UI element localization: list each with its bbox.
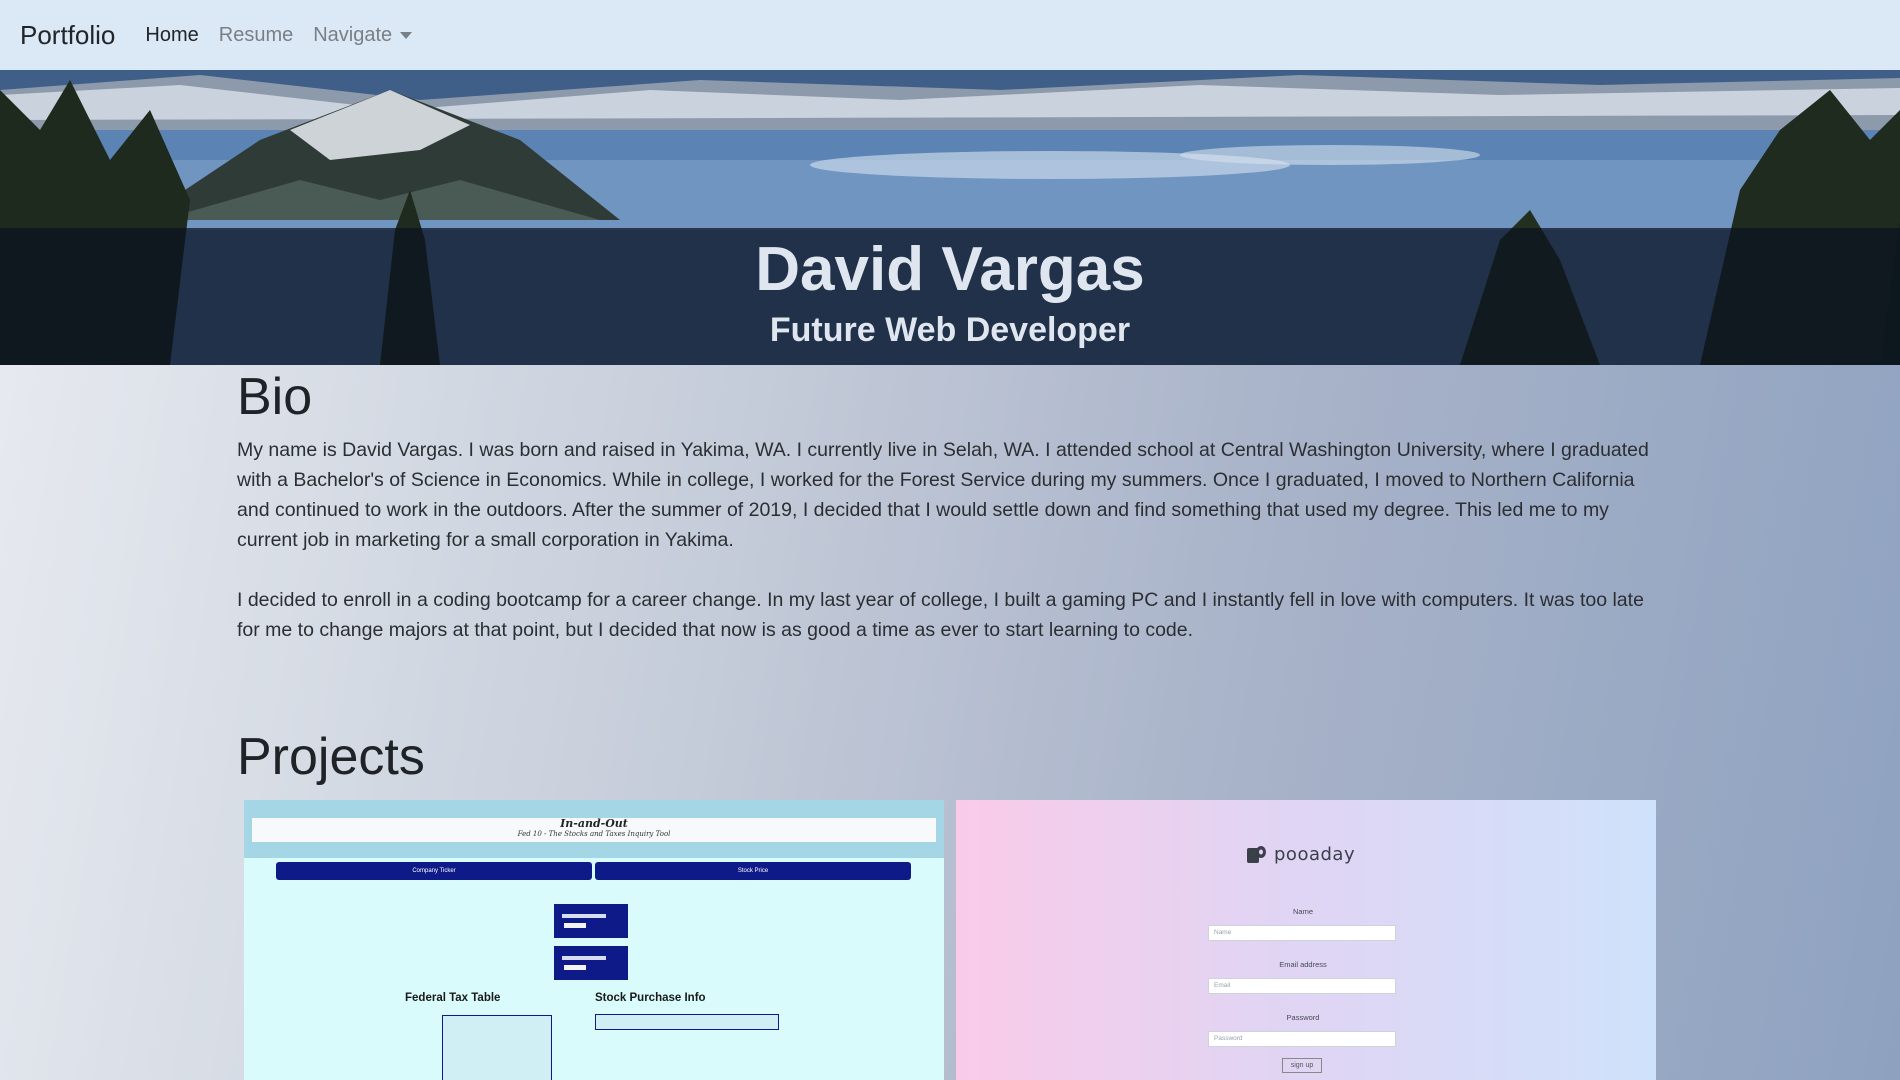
tax-table-preview <box>442 1015 552 1080</box>
pooaday-logo: pooaday <box>1246 844 1355 865</box>
ticker-input-box <box>554 904 628 938</box>
federal-tax-table-heading: Federal Tax Table <box>405 992 501 1004</box>
price-input-box <box>554 946 628 980</box>
stock-table-preview <box>595 1014 779 1030</box>
bio-title: Bio <box>237 368 313 426</box>
project-subtitle: Fed 10 - The Stocks and Taxes Inquiry To… <box>517 830 671 838</box>
sign-up-button: sign up <box>1282 1058 1322 1073</box>
navbar-brand[interactable]: Portfolio <box>20 20 115 51</box>
projects-title: Projects <box>237 728 425 786</box>
nav-link-navigate: Navigate <box>313 23 393 46</box>
password-label: Password <box>1286 1013 1320 1022</box>
password-field: Password <box>1208 1031 1396 1047</box>
email-label: Email address <box>1279 960 1327 969</box>
nav-dropdown-navigate[interactable]: Navigate <box>313 23 413 47</box>
navbar: Portfolio Home Resume Navigate <box>0 0 1900 70</box>
project-title-box: In-and-Out Fed 10 - The Stocks and Taxes… <box>252 818 936 842</box>
company-ticker-button: Company Ticker <box>276 862 592 880</box>
name-field: Name <box>1208 925 1396 941</box>
nav-link-home[interactable]: Home <box>145 24 198 47</box>
email-field: Email <box>1208 978 1396 994</box>
hero-banner: David Vargas Future Web Developer <box>0 70 1900 365</box>
hero-subtitle: Future Web Developer <box>769 311 1131 349</box>
project-title: In-and-Out <box>560 817 628 830</box>
bio-paragraph-2: I decided to enroll in a coding bootcamp… <box>237 589 1644 641</box>
stock-purchase-info-heading: Stock Purchase Info <box>595 992 706 1004</box>
hero-name: David Vargas <box>755 235 1145 304</box>
nav-link-resume[interactable]: Resume <box>219 24 293 47</box>
bio-paragraph-1: My name is David Vargas. I was born and … <box>237 439 1649 551</box>
hero-title-band: David Vargas Future Web Developer <box>0 228 1900 365</box>
project-card-pooaday[interactable]: pooaday Name Name Email address Email Pa… <box>956 800 1656 1080</box>
logo-text: pooaday <box>1274 844 1356 865</box>
caret-down-icon <box>400 31 413 39</box>
project-card-in-and-out[interactable]: In-and-Out Fed 10 - The Stocks and Taxes… <box>244 800 944 1080</box>
name-label: Name <box>1292 907 1313 916</box>
stock-price-button: Stock Price <box>595 862 911 880</box>
toilet-paper-icon <box>1247 845 1266 863</box>
